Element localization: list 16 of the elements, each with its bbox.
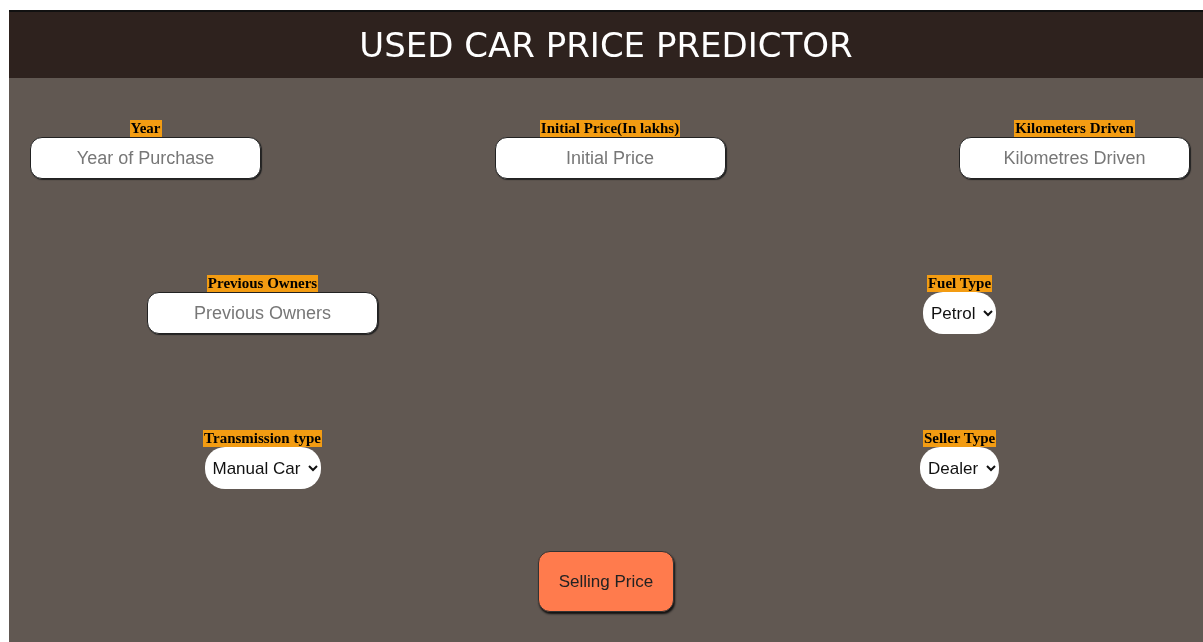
- field-label: Initial Price(In lakhs): [539, 120, 681, 137]
- field-label: Previous Owners: [206, 275, 319, 292]
- input-field[interactable]: Initial Price: [494, 137, 726, 179]
- selling-price-button[interactable]: Selling Price: [538, 551, 674, 612]
- input-field[interactable]: Previous Owners: [147, 292, 378, 334]
- field-label: Transmission type: [203, 430, 322, 447]
- input-field[interactable]: Kilometres Driven: [959, 137, 1190, 179]
- field-label: Fuel Type: [926, 275, 993, 292]
- dropdown[interactable]: Manual Car: [204, 447, 321, 489]
- dropdown[interactable]: Petrol: [923, 292, 996, 334]
- field-label: Seller Type: [922, 430, 997, 447]
- field-label: Kilometers Driven: [1014, 120, 1135, 137]
- dropdown[interactable]: Dealer: [920, 447, 999, 489]
- field-label: Year: [129, 120, 162, 137]
- input-field[interactable]: Year of Purchase: [30, 137, 261, 179]
- page-title: USED CAR PRICE PREDICTOR: [359, 23, 853, 67]
